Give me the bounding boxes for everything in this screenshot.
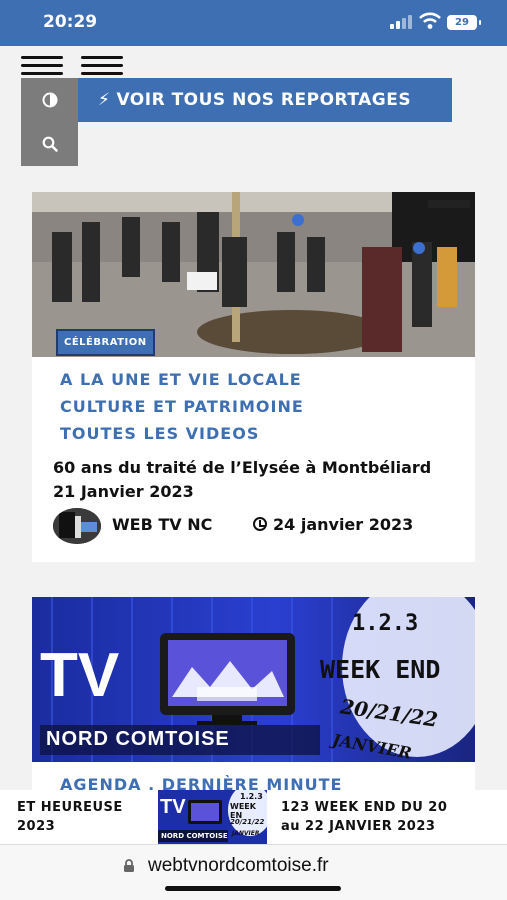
ticker-item[interactable]: 123 WEEK END DU 20 au 22 JANVIER 2023: [281, 798, 447, 836]
thumb-line1: 1.2.3: [240, 792, 263, 801]
lock-icon: [124, 859, 134, 872]
clock-icon: [253, 517, 267, 531]
category-link[interactable]: CULTURE ET PATRIMOINE: [60, 397, 304, 416]
home-indicator[interactable]: [165, 886, 341, 891]
banner-tv-text: TV: [40, 641, 120, 710]
category-link[interactable]: TOUTES LES VIDEOS: [60, 424, 259, 443]
thumb-month: JANVIER: [232, 830, 260, 837]
article-banner[interactable]: TV NORD COMTOISE 1.2.3 WEEK END 20/21/22…: [32, 597, 475, 762]
bolt-icon: ⚡︎: [98, 90, 111, 110]
thumb-brand: NORD COMTOISE: [161, 832, 228, 840]
reportages-label: VOIR TOUS NOS REPORTAGES: [116, 90, 412, 110]
wifi-icon: [419, 12, 441, 29]
search-button[interactable]: [21, 122, 78, 166]
battery-icon: 29: [447, 15, 481, 30]
ticker-item[interactable]: ET HEUREUSE 2023: [17, 798, 123, 836]
author-avatar[interactable]: [53, 508, 101, 544]
status-time: 20:29: [43, 12, 98, 32]
banner-line1: 1.2.3: [352, 611, 419, 636]
ticker-item-line: ET HEUREUSE: [17, 800, 123, 815]
article-title[interactable]: 60 ans du traité de l’Elysée à Montbélia…: [53, 456, 453, 504]
menu-icon[interactable]: [21, 56, 63, 78]
category-badge[interactable]: CÉLÉBRATION: [56, 329, 155, 356]
url-text[interactable]: webtvnordcomtoise.fr: [148, 855, 329, 877]
ticker-item-line: 2023: [17, 819, 56, 834]
article-date: 24 janvier 2023: [253, 515, 413, 534]
ticker-item-line: 123 WEEK END DU 20: [281, 800, 448, 815]
date-text: 24 janvier 2023: [273, 515, 414, 534]
accessibility-toolbar: [21, 78, 78, 166]
search-icon: [42, 136, 58, 152]
signal-icon: [390, 15, 414, 29]
thumb-tv-text: TV: [160, 796, 186, 818]
news-ticker[interactable]: ET HEUREUSE 2023 TV 1.2.3 WEEK EN NORD C…: [0, 790, 507, 844]
reportages-button[interactable]: ⚡︎ VOIR TOUS NOS REPORTAGES: [78, 78, 452, 122]
thumb-dates: 20/21/22: [230, 818, 265, 826]
author-name[interactable]: WEB TV NC: [112, 515, 212, 534]
article-card[interactable]: CÉLÉBRATION A LA UNE ET VIE LOCALE CULTU…: [32, 192, 475, 562]
ticker-thumbnail[interactable]: TV 1.2.3 WEEK EN NORD COMTOISE 20/21/22 …: [158, 790, 267, 844]
ticker-item-line: au 22 JANVIER 2023: [281, 819, 436, 834]
secondary-menu-icon[interactable]: [81, 56, 123, 78]
article-card[interactable]: TV NORD COMTOISE 1.2.3 WEEK END 20/21/22…: [32, 597, 475, 807]
contrast-icon: [42, 92, 57, 108]
banner-brand: NORD COMTOISE: [46, 728, 230, 750]
contrast-button[interactable]: [21, 78, 78, 122]
category-link[interactable]: A LA UNE ET VIE LOCALE: [60, 370, 302, 389]
browser-url-bar[interactable]: webtvnordcomtoise.fr: [0, 844, 507, 900]
banner-line2: WEEK END: [320, 655, 441, 684]
status-bar: 20:29 29: [0, 0, 507, 46]
article-photo[interactable]: CÉLÉBRATION: [32, 192, 475, 357]
